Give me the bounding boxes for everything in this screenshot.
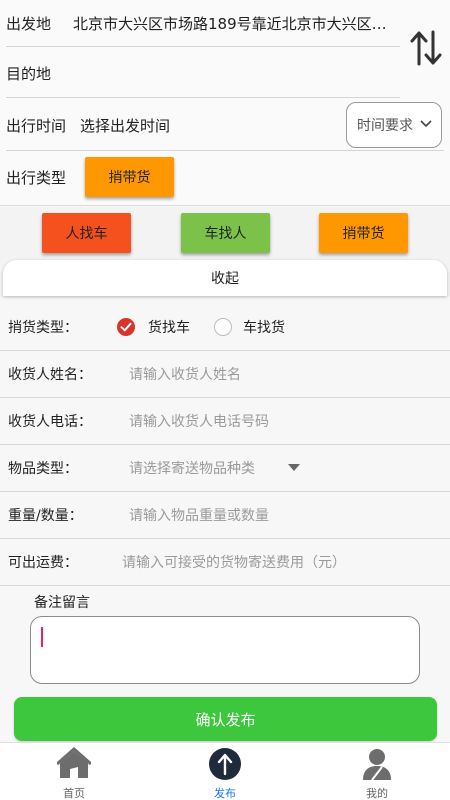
origin-value[interactable]: 北京市大兴区市场路189号靠近北京市大兴区档... xyxy=(73,13,391,34)
confirm-publish-button[interactable]: 确认发布 xyxy=(14,697,437,741)
cargo-type-label: 捎货类型： xyxy=(8,320,78,336)
mode-button-carry-goods[interactable]: 捎带货 xyxy=(319,213,408,253)
trip-type-row: 出行类型 xyxy=(6,154,346,200)
text-caret xyxy=(41,627,43,647)
trip-info-panel: 出发地 北京市大兴区市场路189号靠近北京市大兴区档... 目的地 出行时间 选… xyxy=(0,0,450,206)
weight-label: 重量/数量： xyxy=(8,508,83,524)
fee-label: 可出运费： xyxy=(8,555,78,571)
publish-icon xyxy=(209,748,241,780)
radio-unchecked-icon[interactable] xyxy=(214,318,232,336)
tab-profile[interactable]: 我的 xyxy=(337,743,417,800)
origin-row[interactable]: 出发地 北京市大兴区市场路189号靠近北京市大兴区档... xyxy=(6,0,406,46)
tab-home[interactable]: 首页 xyxy=(34,743,114,800)
weight-input[interactable]: 请输入物品重量或数量 xyxy=(129,505,269,525)
time-value[interactable]: 选择出发时间 xyxy=(80,115,170,136)
divider xyxy=(6,46,400,47)
destination-label: 目的地 xyxy=(6,64,52,83)
dropdown-arrow-icon[interactable] xyxy=(288,464,300,471)
fee-input[interactable]: 请输入可接受的货物寄送费用（元） xyxy=(122,552,346,572)
collapse-button[interactable]: 收起 xyxy=(3,260,447,296)
tab-publish[interactable]: 发布 xyxy=(185,743,265,800)
mode-button-car-find-person[interactable]: 车找人 xyxy=(181,213,270,253)
receiver-name-input[interactable]: 请输入收货人姓名 xyxy=(129,364,241,384)
item-type-select[interactable]: 请选择寄送物品种类 xyxy=(129,458,255,478)
divider xyxy=(6,150,444,151)
fee-row: 可出运费： 请输入可接受的货物寄送费用（元） xyxy=(0,539,450,586)
divider xyxy=(6,97,400,98)
item-type-row: 物品类型： 请选择寄送物品种类 xyxy=(0,445,450,492)
mode-button-person-find-car[interactable]: 人找车 xyxy=(42,213,131,253)
cargo-type-row: 捎货类型： 货找车 车找货 xyxy=(0,304,450,351)
cargo-option-goods-find-car[interactable]: 货找车 xyxy=(148,317,190,337)
destination-row[interactable]: 目的地 xyxy=(6,50,406,96)
trip-type-label: 出行类型 xyxy=(6,168,67,187)
receiver-name-label: 收货人姓名： xyxy=(8,367,92,383)
chevron-down-icon xyxy=(420,120,432,128)
time-row[interactable]: 出行时间 选择出发时间 xyxy=(6,102,346,148)
radio-checked-icon[interactable] xyxy=(117,318,135,336)
time-requirement-label: 时间要求 xyxy=(357,118,413,134)
memo-label: 备注留言 xyxy=(34,595,90,611)
tab-publish-label: 发布 xyxy=(214,787,236,800)
item-type-label: 物品类型： xyxy=(8,461,78,477)
trip-type-value-button[interactable]: 捎带货 xyxy=(85,157,174,197)
home-icon xyxy=(57,747,91,778)
cargo-option-car-find-goods[interactable]: 车找货 xyxy=(243,317,285,337)
origin-label: 出发地 xyxy=(6,14,52,33)
bottom-tab-bar: 首页 发布 我的 xyxy=(0,742,450,800)
profile-icon xyxy=(363,749,391,781)
time-requirement-select[interactable]: 时间要求 xyxy=(346,102,442,148)
receiver-name-row: 收货人姓名： 请输入收货人姓名 xyxy=(0,351,450,398)
receiver-phone-row: 收货人电话： 请输入收货人电话号码 xyxy=(0,398,450,445)
time-label: 出行时间 xyxy=(6,116,67,135)
memo-textarea[interactable] xyxy=(30,616,420,684)
receiver-phone-input[interactable]: 请输入收货人电话号码 xyxy=(129,411,269,431)
tab-home-label: 首页 xyxy=(63,787,85,800)
weight-row: 重量/数量： 请输入物品重量或数量 xyxy=(0,492,450,539)
swap-icon[interactable] xyxy=(408,28,444,68)
tab-profile-label: 我的 xyxy=(366,787,388,800)
receiver-phone-label: 收货人电话： xyxy=(8,414,92,430)
